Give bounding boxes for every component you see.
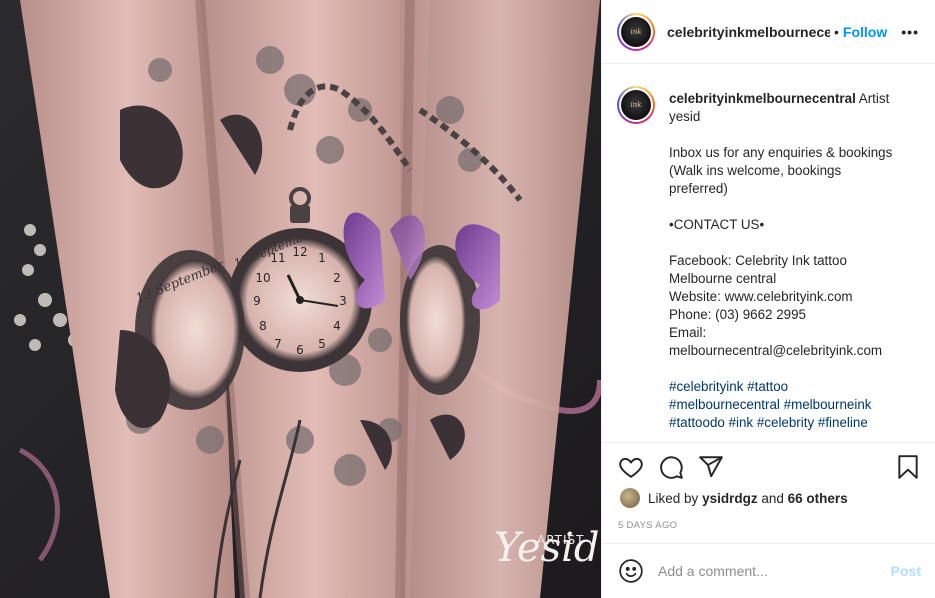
caption-line: •CONTACT US• xyxy=(669,217,765,232)
svg-text:5: 5 xyxy=(318,337,326,351)
author-logo-icon: ink xyxy=(621,16,651,47)
caption-text: celebrityinkmelbournecentral Artist yesi… xyxy=(669,90,893,432)
post-image[interactable]: 12 3 6 9 1245 7 8 10 11 13 September 13 Septem… xyxy=(0,0,601,598)
heart-icon[interactable] xyxy=(618,454,644,480)
caption-logo-icon: ink xyxy=(621,90,651,120)
comment-input[interactable] xyxy=(658,563,891,579)
post-header: ink celebrityinkmelbournecer • Follow ••… xyxy=(602,0,935,64)
tattoo-photo-illustration: 12369 1245 781011 13 September 13 Septem… xyxy=(0,0,601,598)
svg-text:1: 1 xyxy=(318,251,326,265)
caption-avatar[interactable]: ink xyxy=(617,86,655,124)
likes-conjunction: and xyxy=(761,490,784,506)
caption-line: preferred) xyxy=(669,181,728,196)
comments-section[interactable]: ink celebrityinkmelbournecentral Artist … xyxy=(602,64,935,443)
author-username[interactable]: celebrityinkmelbournecer xyxy=(667,24,830,40)
action-bar xyxy=(602,443,935,491)
caption-line: Melbourne central xyxy=(669,271,777,286)
caption-line: Inbox us for any enquiries & bookings xyxy=(669,145,893,160)
svg-text:4: 4 xyxy=(333,319,341,333)
smiley-icon[interactable] xyxy=(618,558,644,584)
caption-line: Website: www.celebrityink.com xyxy=(669,289,853,304)
paper-plane-icon[interactable] xyxy=(698,454,724,480)
liker-avatar[interactable] xyxy=(620,488,640,508)
hashtag-line[interactable]: #melbournecentral #melbourneink xyxy=(669,396,893,414)
caption: ink celebrityinkmelbournecentral Artist … xyxy=(617,86,919,432)
svg-text:9: 9 xyxy=(253,294,261,308)
caption-line xyxy=(669,198,893,216)
follow-button[interactable]: Follow xyxy=(843,24,887,40)
likes-summary: Liked by ysidrdgz and 66 others xyxy=(620,488,848,508)
svg-text:6: 6 xyxy=(296,343,304,357)
header-separator: • xyxy=(834,23,839,40)
svg-text:2: 2 xyxy=(333,271,341,285)
hashtag-line[interactable]: #tattoodo #ink #celebrity #fineline xyxy=(669,414,893,432)
caption-line xyxy=(669,360,893,378)
caption-line xyxy=(669,126,893,144)
svg-text:7: 7 xyxy=(274,337,282,351)
caption-line: melbournecentral@celebrityink.com xyxy=(669,343,883,358)
comment-icon[interactable] xyxy=(658,454,684,480)
caption-line xyxy=(669,234,893,252)
caption-line: yesid xyxy=(669,109,701,124)
hashtag-line[interactable]: #celebrityink #tattoo xyxy=(669,378,893,396)
post-timestamp[interactable]: 5 DAYS AGO xyxy=(618,520,677,531)
more-options-icon[interactable]: ••• xyxy=(901,24,919,40)
svg-text:3: 3 xyxy=(339,294,347,308)
caption-line: Phone: (03) 9662 2995 xyxy=(669,307,806,322)
caption-line: Email: xyxy=(669,325,707,340)
add-comment-bar: Post xyxy=(602,543,935,598)
likes-prefix: Liked by xyxy=(648,490,699,506)
caption-line: (Walk ins welcome, bookings xyxy=(669,163,842,178)
bookmark-icon[interactable] xyxy=(895,454,921,480)
artist-signature: Yesid xyxy=(494,525,600,571)
svg-text:10: 10 xyxy=(255,271,270,285)
post-sidebar: ink celebrityinkmelbournecer • Follow ••… xyxy=(601,0,935,598)
likes-others-link[interactable]: 66 others xyxy=(788,491,848,506)
caption-line: Facebook: Celebrity Ink tattoo xyxy=(669,253,847,268)
liker-username[interactable]: ysidrdgz xyxy=(702,491,758,506)
svg-text:8: 8 xyxy=(259,319,267,333)
author-avatar[interactable]: ink xyxy=(617,12,655,51)
caption-line: celebrityinkmelbournecentral Artist xyxy=(669,91,890,106)
caption-username[interactable]: celebrityinkmelbournecentral xyxy=(669,91,856,106)
post-comment-button[interactable]: Post xyxy=(891,563,921,579)
